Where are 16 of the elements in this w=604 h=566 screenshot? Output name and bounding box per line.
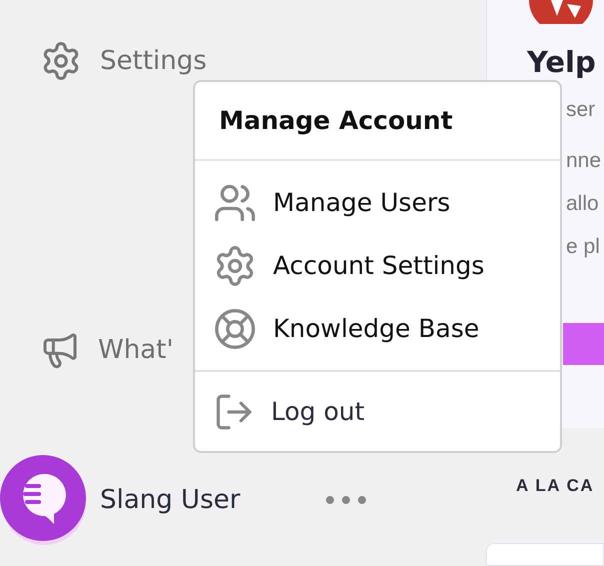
more-icon[interactable]: [325, 495, 368, 505]
card-subtitle: ser: [566, 99, 596, 120]
lifebuoy-icon: [213, 306, 257, 350]
user-name: Slang User: [100, 484, 240, 516]
sidebar-item[interactable]: What': [98, 331, 174, 370]
sidebar-item[interactable]: Settings: [100, 42, 207, 80]
menu-title: Manage Account: [219, 104, 453, 137]
card-description: e pl: [566, 234, 601, 260]
menu-item[interactable]: Knowledge Base: [195, 297, 560, 360]
menu-item[interactable]: Log out: [195, 378, 560, 445]
section-heading: A LA CA: [516, 474, 594, 497]
card-title: Yelp: [527, 48, 597, 77]
card-description: allo: [566, 191, 600, 217]
menu-item[interactable]: Manage Users: [195, 171, 560, 234]
menu-item[interactable]: Account Settings: [195, 234, 560, 297]
card-description: nne: [566, 148, 602, 174]
